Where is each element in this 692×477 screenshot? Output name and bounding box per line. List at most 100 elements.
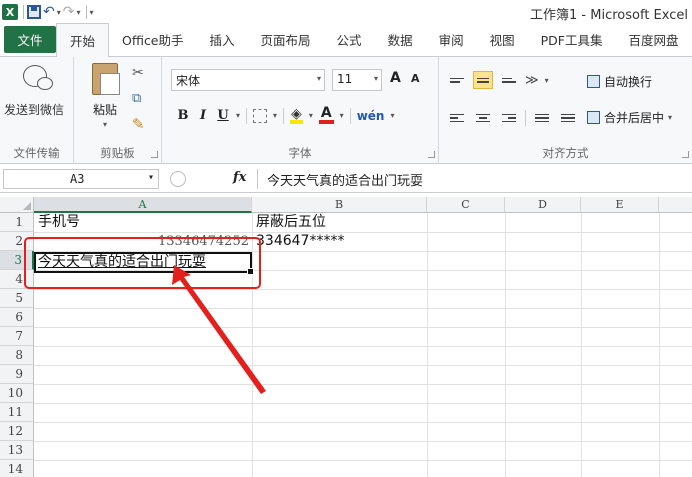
font-name-dropdown-icon[interactable]: ▾ — [317, 74, 321, 83]
merge-center-button[interactable]: 合并后居中 ▾ — [587, 109, 672, 126]
gridline — [427, 213, 428, 477]
font-color-icon[interactable]: A — [318, 106, 334, 124]
row-header-8[interactable]: 8 — [0, 346, 34, 365]
row-header-7[interactable]: 7 — [0, 327, 34, 346]
customize-qat-icon[interactable]: ▾ — [90, 2, 94, 22]
worksheet-grid: A B C D E 1 2 3 4 5 6 7 8 9 10 11 12 13 … — [0, 193, 692, 477]
select-all-corner[interactable] — [0, 197, 34, 213]
row-header-13[interactable]: 13 — [0, 441, 34, 460]
name-box[interactable]: A3 ▾ — [3, 169, 159, 189]
row-header-9[interactable]: 9 — [0, 365, 34, 384]
formula-input[interactable]: 今天天气真的适合出门玩耍 — [257, 169, 692, 189]
tab-pdf-tools[interactable]: PDF工具集 — [528, 23, 616, 56]
tab-formulas[interactable]: 公式 — [324, 23, 375, 56]
wechat-icon[interactable] — [23, 65, 53, 90]
italic-button[interactable]: I — [196, 108, 210, 123]
cell-b2[interactable]: 334647***** — [256, 232, 424, 251]
orientation-dropdown-icon[interactable]: ▾ — [545, 76, 549, 85]
merge-center-icon — [587, 111, 600, 124]
wrap-text-label: 自动换行 — [604, 75, 653, 89]
gridline — [505, 213, 506, 477]
column-header-c[interactable]: C — [427, 197, 505, 213]
divider — [283, 107, 285, 124]
save-icon[interactable] — [27, 2, 41, 22]
grow-font-icon[interactable]: A — [390, 70, 401, 86]
align-left-icon[interactable] — [447, 109, 467, 127]
font-format-row: B I U ▾ ▾ ◈ ▾ A ▾ wén ▾ — [176, 106, 394, 124]
column-header-e[interactable]: E — [581, 197, 659, 213]
redo-icon[interactable]: ↷ — [63, 2, 75, 22]
font-size-dropdown-icon[interactable]: ▾ — [374, 74, 378, 83]
row-header-1[interactable]: 1 — [0, 213, 34, 232]
gridline — [34, 441, 692, 442]
tab-home[interactable]: 开始 — [56, 23, 110, 57]
font-size-select[interactable]: 11 ▾ — [332, 69, 382, 91]
fill-color-dropdown-icon[interactable]: ▾ — [309, 111, 313, 120]
format-painter-icon[interactable]: ✎ — [132, 115, 145, 133]
tab-file[interactable]: 文件 — [4, 26, 56, 53]
phonetic-dropdown-icon[interactable]: ▾ — [390, 111, 394, 120]
highlight-annotation-box — [24, 237, 261, 289]
clipboard-launcher-icon[interactable] — [151, 151, 158, 158]
cell-a1[interactable]: 手机号 — [38, 213, 250, 232]
tab-data[interactable]: 数据 — [375, 23, 426, 56]
tab-page-layout[interactable]: 页面布局 — [248, 23, 324, 56]
send-to-wechat-button[interactable]: 发送到微信 — [4, 101, 64, 118]
paste-button[interactable]: 粘贴 — [93, 101, 117, 118]
font-name-select[interactable]: 宋体 ▾ — [171, 69, 325, 91]
row-header-12[interactable]: 12 — [0, 422, 34, 441]
column-header-b[interactable]: B — [252, 197, 427, 213]
excel-logo-icon[interactable]: X — [2, 2, 18, 22]
align-middle-icon[interactable] — [473, 71, 493, 89]
gridline — [34, 403, 692, 404]
wrap-text-button[interactable]: 自动换行 — [587, 73, 652, 90]
tab-view[interactable]: 视图 — [477, 23, 528, 56]
group-alignment: ≫ ▾ 自动换行 合并后居中 ▾ 对齐方式 — [439, 57, 692, 164]
row-header-11[interactable]: 11 — [0, 403, 34, 422]
align-right-icon[interactable] — [499, 109, 519, 127]
paste-icon[interactable] — [92, 63, 120, 95]
bold-button[interactable]: B — [176, 108, 190, 123]
row-header-5[interactable]: 5 — [0, 289, 34, 308]
gridline — [34, 327, 692, 328]
tab-insert[interactable]: 插入 — [197, 23, 248, 56]
merge-dropdown-icon[interactable]: ▾ — [668, 113, 672, 122]
shrink-font-icon[interactable]: A — [411, 72, 420, 85]
decrease-indent-icon[interactable] — [532, 109, 552, 127]
align-bottom-icon[interactable] — [499, 71, 519, 89]
borders-icon[interactable] — [253, 108, 268, 123]
tab-baidu-netdisk[interactable]: 百度网盘 — [615, 23, 691, 56]
undo-dropdown-icon[interactable]: ▾ — [57, 2, 61, 22]
row-header-10[interactable]: 10 — [0, 384, 34, 403]
borders-dropdown-icon[interactable]: ▾ — [273, 111, 277, 120]
align-center-icon[interactable] — [473, 109, 493, 127]
ribbon: 发送到微信 文件传输 粘贴 ▾ ✂ ⧉ ✎ 剪贴板 宋体 ▾ 11 ▾ A A B … — [0, 57, 692, 164]
underline-dropdown-icon[interactable]: ▾ — [236, 111, 240, 120]
font-launcher-icon[interactable] — [428, 151, 435, 158]
fill-color-icon[interactable]: ◈ — [290, 107, 303, 124]
name-box-dropdown-icon[interactable]: ▾ — [148, 172, 154, 183]
gridline — [659, 213, 660, 477]
insert-function-icon[interactable]: fx — [233, 170, 246, 185]
column-header-partial[interactable] — [659, 197, 692, 213]
redo-dropdown-icon[interactable]: ▾ — [76, 2, 80, 22]
column-header-d[interactable]: D — [505, 197, 581, 213]
alignment-launcher-icon[interactable] — [682, 151, 689, 158]
copy-icon[interactable]: ⧉ — [132, 91, 141, 106]
tab-review[interactable]: 审阅 — [426, 23, 477, 56]
row-header-6[interactable]: 6 — [0, 308, 34, 327]
tab-office-assistant[interactable]: Office助手 — [109, 23, 197, 56]
cut-icon[interactable]: ✂ — [132, 65, 144, 81]
increase-indent-icon[interactable] — [558, 109, 578, 127]
font-color-dropdown-icon[interactable]: ▾ — [340, 111, 344, 120]
cell-b1[interactable]: 屏蔽后五位 — [256, 213, 424, 232]
phonetic-guide-icon[interactable]: wén — [357, 109, 385, 123]
undo-icon[interactable]: ↶ — [43, 2, 55, 22]
formula-bar-expand-icon[interactable] — [170, 171, 186, 187]
column-header-a[interactable]: A — [34, 197, 252, 213]
row-header-14[interactable]: 14 — [0, 460, 34, 477]
orientation-icon[interactable]: ≫ — [525, 73, 539, 88]
underline-button[interactable]: U — [216, 108, 230, 123]
paste-dropdown-icon[interactable]: ▾ — [103, 120, 107, 129]
align-top-icon[interactable] — [447, 71, 467, 89]
